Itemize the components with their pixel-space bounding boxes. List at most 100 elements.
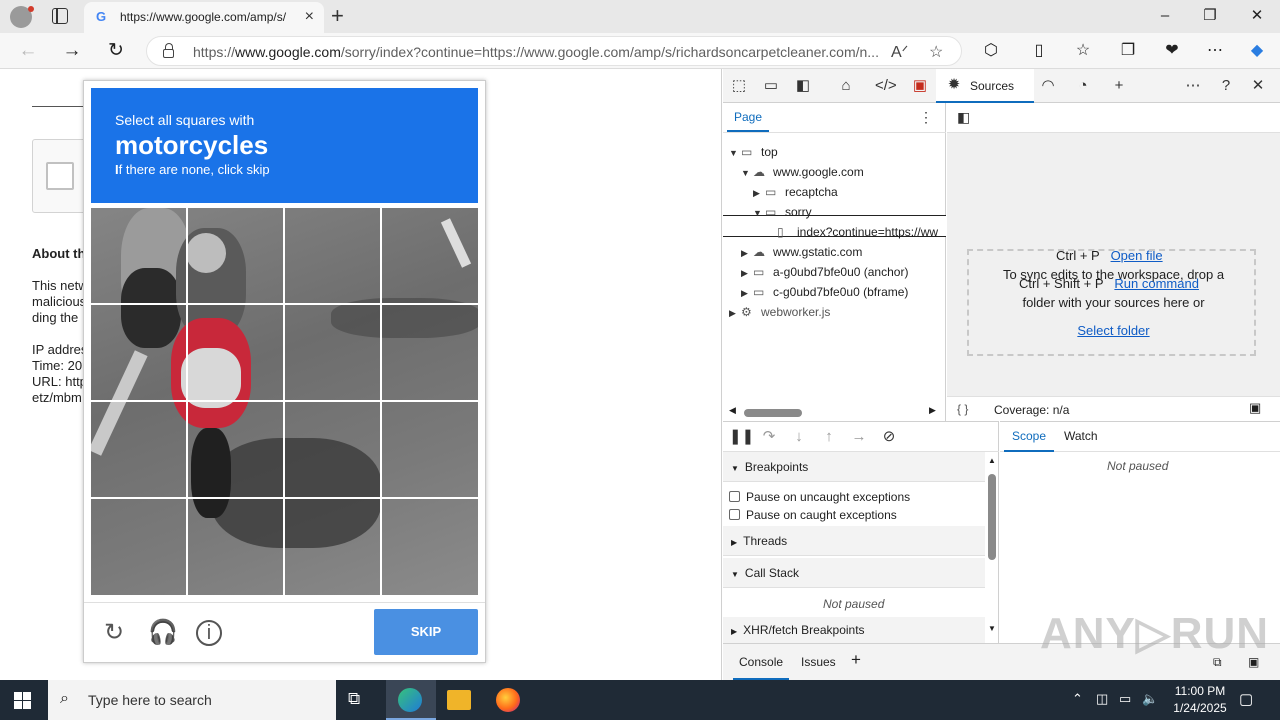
tree-item[interactable]: ▶ ▭ a-g0ubd7bfe0u0 (anchor)	[741, 265, 908, 285]
notification-icon[interactable]: ▢	[1239, 690, 1253, 708]
url-text[interactable]: https://www.google.com/sorry/index?conti…	[193, 44, 883, 60]
xhr-breakpoints-section[interactable]: ▶ XHR/fetch Breakpoints	[723, 617, 985, 644]
grid-tile[interactable]	[91, 402, 188, 499]
grid-tile[interactable]	[285, 499, 382, 595]
dock-side-icon[interactable]: ◧	[793, 77, 813, 95]
elements-code-icon[interactable]: </>	[875, 77, 897, 95]
read-aloud-icon[interactable]: Aᐟ	[891, 42, 908, 62]
navigator-hscrollbar[interactable]: ◀ ▶	[723, 405, 946, 419]
extensions-icon[interactable]: ⬡	[981, 41, 1001, 61]
devtools-more-icon[interactable]: ⋯	[1183, 77, 1203, 95]
tab-sources[interactable]: ✹ Sources	[936, 69, 1034, 103]
tray-chevron-icon[interactable]: ⌃	[1072, 691, 1083, 707]
grid-tile[interactable]	[382, 208, 478, 305]
pause-uncaught-row[interactable]: Pause on uncaught exceptions	[729, 490, 910, 504]
grid-tile[interactable]	[285, 305, 382, 402]
device-emulation-icon[interactable]: ▭	[761, 77, 781, 95]
tab-close-icon[interactable]: ×	[305, 8, 314, 26]
screencast-icon[interactable]: ▣	[1249, 400, 1261, 416]
add-drawer-tab-icon[interactable]: +	[851, 650, 861, 670]
tab-page[interactable]: Page	[734, 110, 762, 124]
grid-tile[interactable]	[188, 499, 285, 595]
scroll-up-icon[interactable]: ▲	[988, 456, 996, 465]
grid-tile[interactable]	[91, 208, 188, 305]
back-icon[interactable]: ←	[16, 39, 40, 63]
grid-tile[interactable]	[91, 499, 188, 595]
headphones-icon[interactable]: 🎧	[148, 619, 178, 647]
tab-watch[interactable]: Watch	[1064, 429, 1098, 443]
forward-icon[interactable]: →	[60, 39, 84, 63]
tab-console[interactable]: Console	[739, 655, 783, 669]
task-view-icon[interactable]: ⧉	[348, 689, 372, 713]
grid-tile[interactable]	[188, 402, 285, 499]
refresh-icon[interactable]: ↻	[104, 39, 128, 63]
step-icon[interactable]: →	[849, 428, 869, 446]
reload-icon[interactable]: ↻	[100, 619, 128, 647]
scroll-thumb[interactable]	[744, 409, 802, 417]
network-icon[interactable]: ▭	[1119, 691, 1131, 707]
info-icon[interactable]: i	[196, 620, 222, 646]
copilot-icon[interactable]: ◆	[1247, 41, 1267, 61]
favorite-star-icon[interactable]: ☆	[929, 42, 943, 62]
collections-icon[interactable]: ❐	[1118, 41, 1138, 61]
tree-item[interactable]: ▶ ⚙ webworker.js	[729, 305, 830, 325]
tab-scope[interactable]: Scope	[1012, 429, 1046, 443]
pause-caught-checkbox[interactable]	[729, 509, 740, 520]
tree-item[interactable]: ▼ ▭ sorry	[753, 205, 812, 225]
select-folder-link[interactable]: Select folder	[1077, 323, 1149, 338]
new-tab-icon[interactable]: +	[331, 4, 344, 28]
performance-gauge-icon[interactable]: ◔	[1073, 77, 1093, 95]
pause-caught-row[interactable]: Pause on caught exceptions	[729, 508, 897, 522]
tree-item[interactable]: ▶ ▭ c-g0ubd7bfe0u0 (bframe)	[741, 285, 908, 305]
network-wifi-icon[interactable]: ◠	[1038, 77, 1058, 95]
windows-start-icon[interactable]	[14, 692, 31, 709]
lock-icon[interactable]	[163, 43, 174, 58]
performance-icon[interactable]: ❤	[1162, 41, 1182, 61]
more-tools-plus-icon[interactable]: +	[1109, 77, 1129, 95]
grid-tile[interactable]	[382, 402, 478, 499]
threads-section[interactable]: ▶ Threads	[723, 526, 985, 556]
grid-tile[interactable]	[188, 208, 285, 305]
scroll-left-icon[interactable]: ◀	[729, 405, 736, 416]
scroll-thumb[interactable]	[988, 474, 996, 560]
tree-item[interactable]: ▶ ▭ recaptcha	[753, 185, 838, 205]
breakpoints-section[interactable]: ▼ Breakpoints	[723, 452, 985, 482]
welcome-home-icon[interactable]: ⌂	[836, 77, 856, 95]
workspace-drop-zone[interactable]: To sync edits to the workspace, drop a f…	[967, 249, 1256, 356]
system-clock[interactable]: 11:00 PM 1/24/2025	[1160, 683, 1240, 717]
minimize-button[interactable]: –	[1154, 5, 1176, 27]
tree-item[interactable]: ▼ ☁ www.google.com	[741, 165, 864, 185]
firefox-icon[interactable]	[496, 688, 520, 712]
step-out-icon[interactable]: ↑	[819, 428, 839, 446]
navigator-more-icon[interactable]: ⋮	[919, 109, 933, 126]
grid-tile[interactable]	[285, 402, 382, 499]
scroll-right-icon[interactable]: ▶	[929, 405, 936, 416]
grid-tile[interactable]	[382, 305, 478, 402]
tree-item[interactable]: ▼ ▭ top	[729, 145, 778, 165]
devtools-close-icon[interactable]: ✕	[1248, 77, 1268, 95]
recaptcha-checkbox[interactable]	[46, 162, 74, 190]
maximize-button[interactable]: ❐	[1199, 5, 1221, 27]
grid-tile[interactable]	[382, 499, 478, 595]
inspect-element-icon[interactable]: ⬚	[729, 77, 749, 95]
grid-tile[interactable]	[285, 208, 382, 305]
file-explorer-icon[interactable]	[447, 690, 471, 710]
tab-actions-icon[interactable]	[52, 8, 68, 24]
close-button[interactable]: ✕	[1246, 5, 1268, 27]
volume-icon[interactable]: 🔈	[1142, 691, 1158, 707]
skip-button[interactable]: SKIP	[374, 609, 478, 655]
tree-item[interactable]: ▶ ☁ www.gstatic.com	[741, 245, 862, 265]
pause-uncaught-checkbox[interactable]	[729, 491, 740, 502]
tab-issues[interactable]: Issues	[801, 655, 836, 669]
tray-app-icon[interactable]: ◫	[1096, 691, 1108, 707]
favorites-icon[interactable]: ☆	[1073, 41, 1093, 61]
debugger-vscrollbar[interactable]: ▲ ▼	[985, 452, 999, 644]
step-over-icon[interactable]: ↷	[759, 428, 779, 446]
address-bar[interactable]: https://www.google.com/sorry/index?conti…	[146, 36, 962, 66]
taskbar-search[interactable]: ⌕ Type here to search	[48, 680, 336, 720]
more-menu-icon[interactable]: ⋯	[1205, 41, 1225, 61]
tree-item[interactable]: ▯ index?continue=https://ww	[777, 225, 946, 245]
split-screen-icon[interactable]: ▯	[1029, 41, 1049, 61]
browser-tab[interactable]: G https://www.google.com/amp/s/ ×	[84, 2, 324, 33]
call-stack-section[interactable]: ▼ Call Stack	[723, 558, 985, 588]
